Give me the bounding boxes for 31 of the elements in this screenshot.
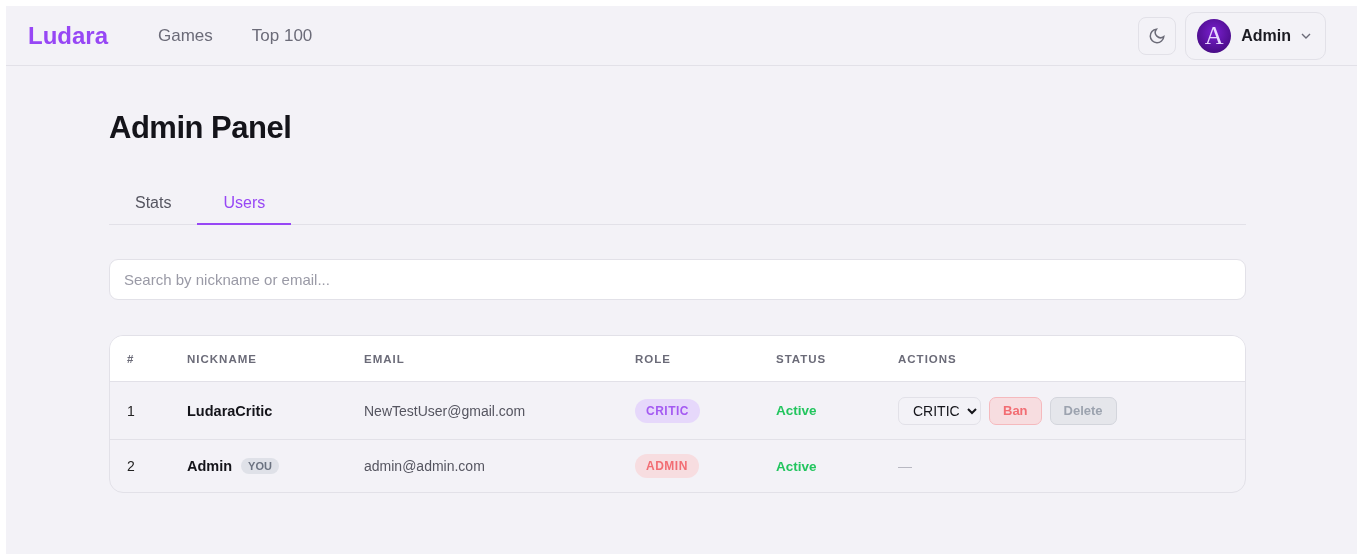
page-title: Admin Panel <box>109 110 293 146</box>
column-header: # <box>127 352 136 365</box>
nickname: Admin <box>187 458 233 474</box>
status: Active <box>776 458 818 474</box>
avatar: A <box>1197 18 1232 53</box>
role-badge: ADMIN <box>635 454 699 478</box>
nav-link[interactable]: Top 100 <box>251 25 313 46</box>
column-header: STATUS <box>776 352 828 365</box>
role-select[interactable]: CRITIC <box>898 396 981 425</box>
chevron-down-icon <box>1301 32 1311 39</box>
email: NewTestUser@gmail.com <box>364 402 527 419</box>
user-menu-button[interactable]: A Admin <box>1185 11 1326 60</box>
nav-link[interactable]: Games <box>158 25 213 46</box>
logo[interactable]: Ludara <box>28 21 108 50</box>
role-badge: CRITIC <box>635 398 700 423</box>
theme-toggle-button[interactable] <box>1138 16 1177 55</box>
tab[interactable]: Stats <box>109 194 198 225</box>
row-number: 1 <box>127 402 136 419</box>
no-actions-dash: — <box>898 458 912 474</box>
status: Active <box>776 403 818 418</box>
column-header: EMAIL <box>364 352 406 365</box>
column-header: NICKNAME <box>187 352 258 365</box>
column-header: ROLE <box>635 352 672 365</box>
search-field[interactable]: Search by nickname or email... <box>109 259 1246 300</box>
row-number: 2 <box>127 458 136 474</box>
column-header: ACTIONS <box>898 352 958 365</box>
nickname: LudaraCritic <box>187 402 273 419</box>
moon-icon <box>1148 26 1167 45</box>
tab[interactable]: Users <box>197 194 292 225</box>
email: admin@admin.com <box>364 458 486 474</box>
you-badge: YOU <box>241 458 279 474</box>
